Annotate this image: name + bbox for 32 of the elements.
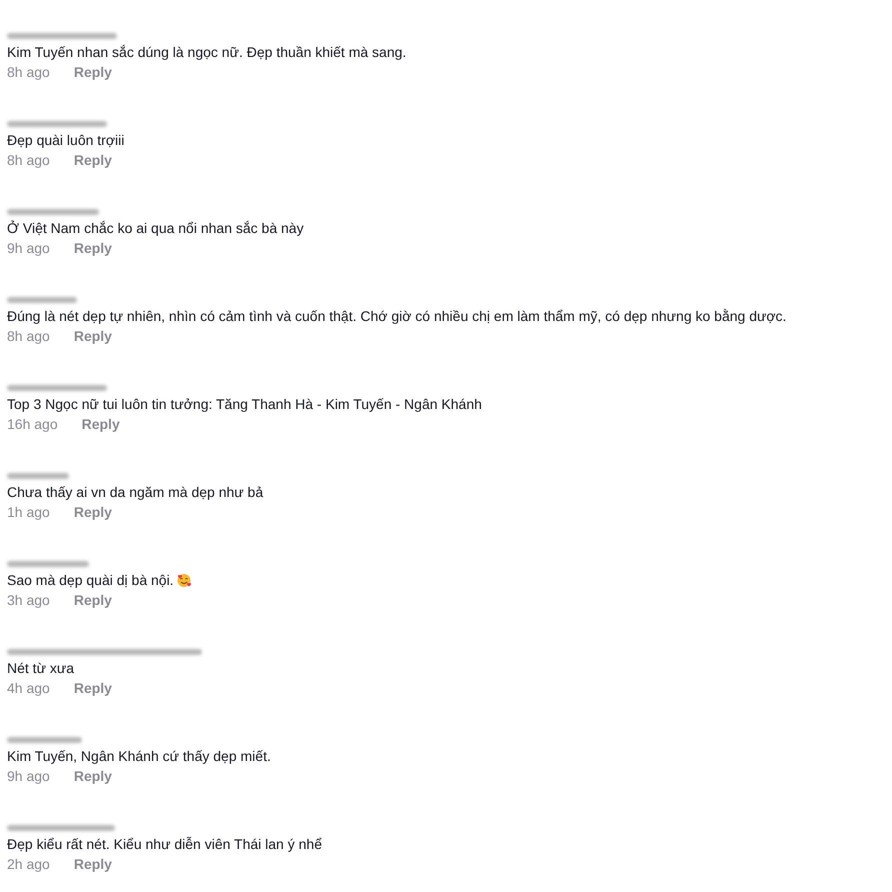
reply-button[interactable]: Reply: [74, 152, 112, 168]
comment-text: Nét từ xưa: [7, 660, 74, 676]
comment-text: Kim Tuyến nhan sắc dúng là ngọc nữ. Đẹp thuần khiết mà sang.: [7, 44, 406, 60]
comment-text: Top 3 Ngọc nữ tui luôn tin tưởng: Tăng Thanh Hà - Kim Tuyến - Ngân Khánh: [7, 396, 482, 412]
timestamp: 3h ago: [7, 592, 50, 608]
timestamp: 8h ago: [7, 152, 50, 168]
reply-button[interactable]: Reply: [74, 768, 112, 784]
timestamp: 8h ago: [7, 64, 50, 80]
comment-text: Đẹp kiểu rất nét. Kiểu như diễn viên Thái lan ý nhể: [7, 836, 322, 852]
timestamp: 9h ago: [7, 768, 50, 784]
reply-button[interactable]: Reply: [74, 856, 112, 872]
reply-button[interactable]: Reply: [74, 64, 112, 80]
timestamp: 9h ago: [7, 240, 50, 256]
comment-text: Kim Tuyến, Ngân Khánh cứ thấy dẹp miết.: [7, 748, 271, 764]
timestamp: 2h ago: [7, 856, 50, 872]
reply-button[interactable]: Reply: [74, 504, 112, 520]
timestamp: 16h ago: [7, 416, 58, 432]
blurred-username: [7, 297, 77, 303]
reply-button[interactable]: Reply: [74, 328, 112, 344]
reply-button[interactable]: Reply: [74, 592, 112, 608]
reply-button[interactable]: Reply: [74, 680, 112, 696]
blurred-username: [7, 473, 69, 479]
timestamp: 8h ago: [7, 328, 50, 344]
comment-text: Đúng là nét dẹp tự nhiên, nhìn có cảm tình và cuốn thật. Chớ giờ có nhiều chị em làm thẩm mỹ, có dẹp nhưng ko bằng dược.: [7, 308, 786, 324]
reply-button[interactable]: Reply: [74, 240, 112, 256]
comment-text: Đẹp quài luôn trợiii: [7, 132, 124, 148]
timestamp: 4h ago: [7, 680, 50, 696]
comment-text: Sao mà dẹp quài dị bà nội.: [7, 572, 174, 588]
comment-text: Chưa thấy ai vn da ngăm mà dẹp như bả: [7, 484, 264, 500]
comment-text: Ở Việt Nam chắc ko ai qua nổi nhan sắc bà này: [7, 220, 304, 236]
timestamp: 1h ago: [7, 504, 50, 520]
reply-button[interactable]: Reply: [82, 416, 120, 432]
